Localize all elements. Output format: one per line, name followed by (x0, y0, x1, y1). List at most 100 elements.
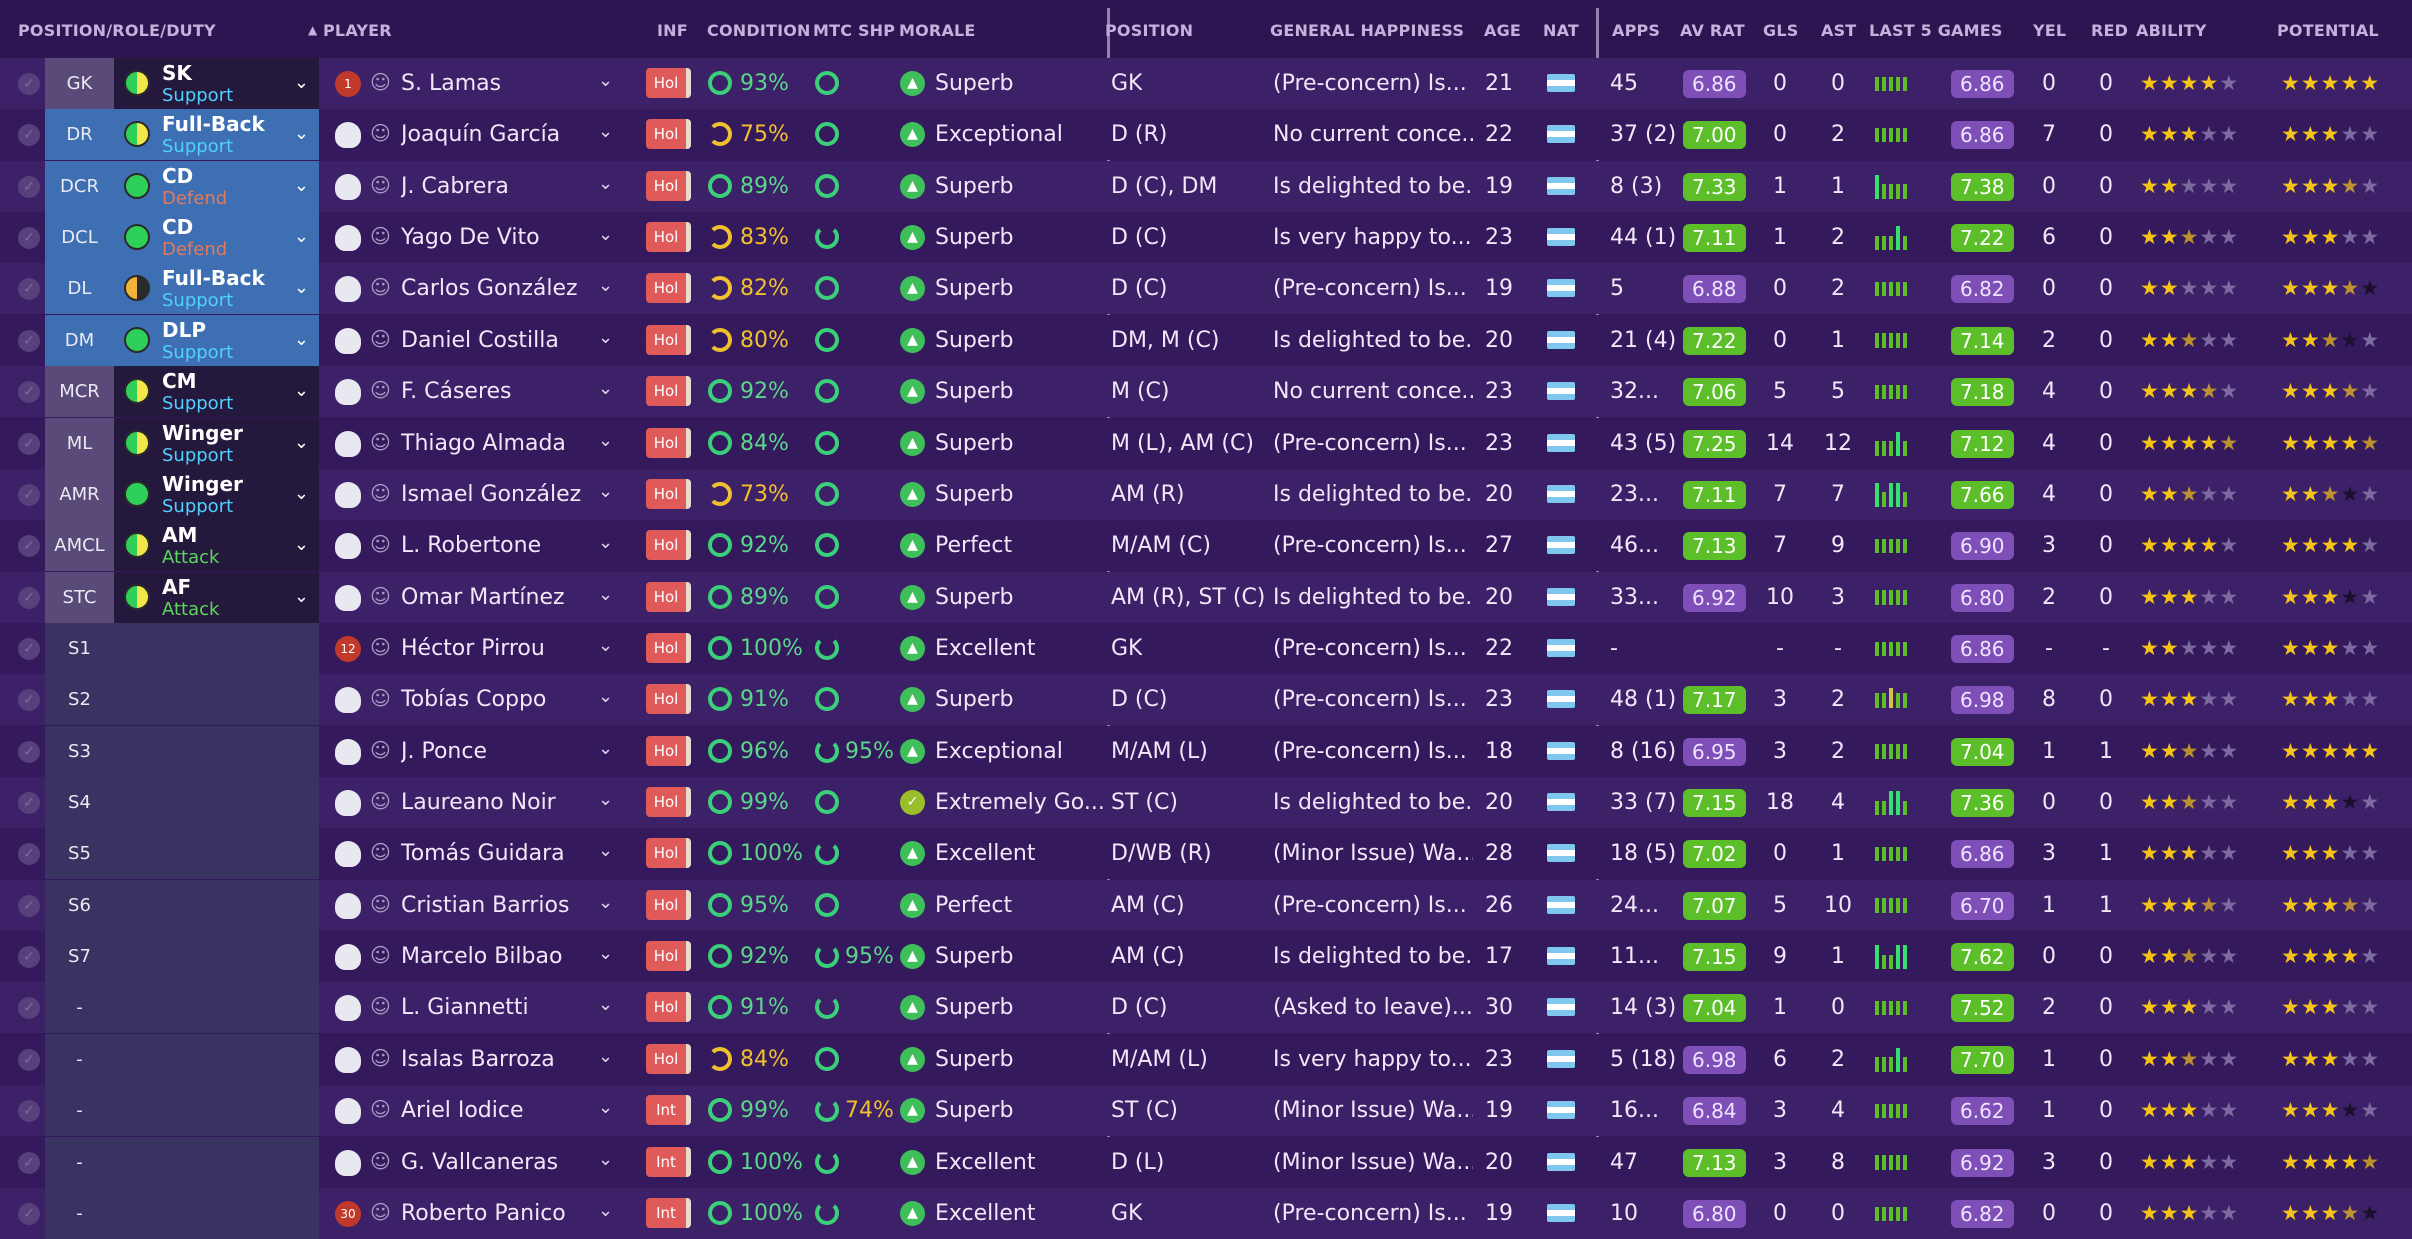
select-checkbox[interactable]: ✓ (18, 1202, 40, 1225)
position-slot[interactable]: GK (45, 58, 114, 109)
player-name[interactable]: Tobías Coppo (401, 674, 546, 725)
table-row[interactable]: ✓ AMR Winger Support ⌄ ☺ Ismael González ⌄ Hol 73… (0, 468, 2412, 520)
player-name[interactable]: Roberto Panico (401, 1188, 566, 1239)
chevron-down-icon[interactable]: ⌄ (598, 121, 613, 142)
col-position[interactable]: POSITION (1105, 21, 1193, 40)
position-slot[interactable]: S3 (45, 725, 114, 777)
table-row[interactable]: ✓ ML Winger Support ⌄ ☺ Thiago Almada ⌄ Hol 84% ▲ S… (0, 417, 2412, 469)
table-row[interactable]: ✓ - ☺ L. Giannetti ⌄ Hol 91% ▲ Superb D (C) (Asked… (0, 982, 2412, 1034)
col-position-role-duty[interactable]: POSITION/ROLE/DUTY (18, 21, 216, 40)
position-slot[interactable]: S1 (45, 622, 114, 674)
player-name[interactable]: Héctor Pirrou (401, 623, 545, 674)
player-name[interactable]: Carlos González (401, 263, 578, 314)
table-row[interactable]: ✓ - 30 ☺ Roberto Panico ⌄ Int 100% ▲ Excellent GK (… (0, 1187, 2412, 1239)
position-slot[interactable]: - (45, 1136, 114, 1188)
chevron-down-icon[interactable]: ⌄ (598, 481, 613, 502)
select-checkbox[interactable]: ✓ (18, 740, 40, 763)
chevron-down-icon[interactable]: ⌄ (598, 584, 613, 605)
select-checkbox[interactable]: ✓ (18, 637, 40, 660)
table-row[interactable]: ✓ - ☺ Ariel Iodice ⌄ Int 99% 74% ▲ Superb ST (C) (M… (0, 1085, 2412, 1137)
col-red[interactable]: RED (2091, 21, 2128, 40)
position-slot[interactable]: DCR (45, 160, 114, 212)
role-duty-selector[interactable]: AF Attack ⌄ (114, 571, 319, 623)
player-name[interactable]: Daniel Costilla (401, 315, 559, 366)
table-row[interactable]: ✓ S6 ☺ Cristian Barrios ⌄ Hol 95% ▲ Perfect AM (C… (0, 879, 2412, 931)
player-name[interactable]: J. Ponce (401, 726, 487, 777)
role-duty-selector[interactable]: CD Defend ⌄ (114, 160, 319, 212)
position-slot[interactable]: STC (45, 571, 114, 623)
table-row[interactable]: ✓ DCR CD Defend ⌄ ☺ J. Cabrera ⌄ Hol 89% ▲ Superb D … (0, 160, 2412, 212)
player-name[interactable]: Laureano Noir (401, 777, 556, 828)
player-name[interactable]: Yago De Vito (401, 212, 540, 263)
role-duty-selector[interactable]: Winger Support ⌄ (114, 468, 319, 520)
chevron-down-icon[interactable]: ⌄ (294, 380, 309, 401)
position-slot[interactable]: AMR (45, 468, 114, 520)
select-checkbox[interactable]: ✓ (18, 432, 40, 455)
table-row[interactable]: ✓ AMCL AM Attack ⌄ ☺ L. Robertone ⌄ Hol 92% ▲ Perfe… (0, 520, 2412, 572)
player-name[interactable]: F. Cáseres (401, 366, 512, 417)
player-name[interactable]: Ariel Iodice (401, 1085, 524, 1136)
position-slot[interactable]: S4 (45, 777, 114, 829)
table-row[interactable]: ✓ S1 12 ☺ Héctor Pirrou ⌄ Hol 100% ▲ Excellent GK (… (0, 622, 2412, 674)
player-name[interactable]: Ismael González (401, 469, 581, 520)
chevron-down-icon[interactable]: ⌄ (598, 378, 613, 399)
table-row[interactable]: ✓ - ☺ Isalas Barroza ⌄ Hol 84% ▲ Superb M/AM (L) I… (0, 1033, 2412, 1085)
chevron-down-icon[interactable]: ⌄ (598, 173, 613, 194)
col-condition[interactable]: CONDITION (707, 21, 811, 40)
col-potential[interactable]: POTENTIAL (2277, 21, 2379, 40)
select-checkbox[interactable]: ✓ (18, 227, 40, 250)
role-duty-selector[interactable]: SK Support ⌄ (114, 58, 319, 109)
chevron-down-icon[interactable]: ⌄ (598, 943, 613, 964)
col-general-happiness[interactable]: GENERAL HAPPINESS (1270, 21, 1464, 40)
select-checkbox[interactable]: ✓ (18, 329, 40, 352)
position-slot[interactable]: - (45, 982, 114, 1034)
chevron-down-icon[interactable]: ⌄ (598, 686, 613, 707)
col-morale[interactable]: MORALE (899, 21, 976, 40)
select-checkbox[interactable]: ✓ (18, 946, 40, 969)
player-name[interactable]: L. Robertone (401, 520, 541, 571)
select-checkbox[interactable]: ✓ (18, 997, 40, 1020)
col-nat[interactable]: NAT (1543, 21, 1579, 40)
select-checkbox[interactable]: ✓ (18, 73, 40, 95)
player-name[interactable]: Joaquín García (401, 109, 560, 160)
table-row[interactable]: ✓ DM DLP Support ⌄ ☺ Daniel Costilla ⌄ Hol 80% ▲ Su… (0, 314, 2412, 366)
select-checkbox[interactable]: ✓ (18, 1048, 40, 1071)
player-name[interactable]: G. Vallcaneras (401, 1137, 558, 1188)
player-name[interactable]: S. Lamas (401, 58, 501, 109)
chevron-down-icon[interactable]: ⌄ (598, 532, 613, 553)
chevron-down-icon[interactable]: ⌄ (598, 224, 613, 245)
chevron-down-icon[interactable]: ⌄ (598, 1200, 613, 1221)
chevron-down-icon[interactable]: ⌄ (598, 327, 613, 348)
role-duty-selector[interactable]: DLP Support ⌄ (114, 314, 319, 366)
role-duty-selector[interactable]: Full-Back Support ⌄ (114, 263, 319, 315)
table-row[interactable]: ✓ - ☺ G. Vallcaneras ⌄ Int 100% ▲ Excellent D (L)… (0, 1136, 2412, 1188)
select-checkbox[interactable]: ✓ (18, 1100, 40, 1123)
player-name[interactable]: Isalas Barroza (401, 1034, 555, 1085)
table-row[interactable]: ✓ S3 ☺ J. Ponce ⌄ Hol 96% 95% ▲ Exceptional M/AM (… (0, 725, 2412, 777)
player-name[interactable]: Tomás Guidara (401, 828, 565, 879)
role-duty-selector[interactable]: Full-Back Support ⌄ (114, 109, 319, 161)
select-checkbox[interactable]: ✓ (18, 381, 40, 404)
table-row[interactable]: ✓ DR Full-Back Support ⌄ ☺ Joaquín García ⌄ Hol 7… (0, 109, 2412, 161)
select-checkbox[interactable]: ✓ (18, 689, 40, 712)
chevron-down-icon[interactable]: ⌄ (598, 1046, 613, 1067)
select-checkbox[interactable]: ✓ (18, 278, 40, 301)
position-slot[interactable]: DR (45, 109, 114, 161)
chevron-down-icon[interactable]: ⌄ (294, 226, 309, 247)
col-player[interactable]: PLAYER (323, 21, 392, 40)
chevron-down-icon[interactable]: ⌄ (294, 483, 309, 504)
table-row[interactable]: ✓ DL Full-Back Support ⌄ ☺ Carlos González ⌄ Hol… (0, 263, 2412, 315)
chevron-down-icon[interactable]: ⌄ (294, 432, 309, 453)
player-name[interactable]: J. Cabrera (401, 161, 509, 212)
position-slot[interactable]: DCL (45, 212, 114, 264)
col-gls[interactable]: GLS (1763, 21, 1798, 40)
position-slot[interactable]: S7 (45, 931, 114, 983)
chevron-down-icon[interactable]: ⌄ (294, 586, 309, 607)
chevron-down-icon[interactable]: ⌄ (598, 738, 613, 759)
position-slot[interactable]: S2 (45, 674, 114, 726)
chevron-down-icon[interactable]: ⌄ (598, 789, 613, 810)
player-name[interactable]: Thiago Almada (401, 418, 566, 469)
position-slot[interactable]: AMCL (45, 520, 114, 572)
player-name[interactable]: Omar Martínez (401, 572, 565, 623)
table-row[interactable]: ✓ STC AF Attack ⌄ ☺ Omar Martínez ⌄ Hol 89% ▲ Super… (0, 571, 2412, 623)
